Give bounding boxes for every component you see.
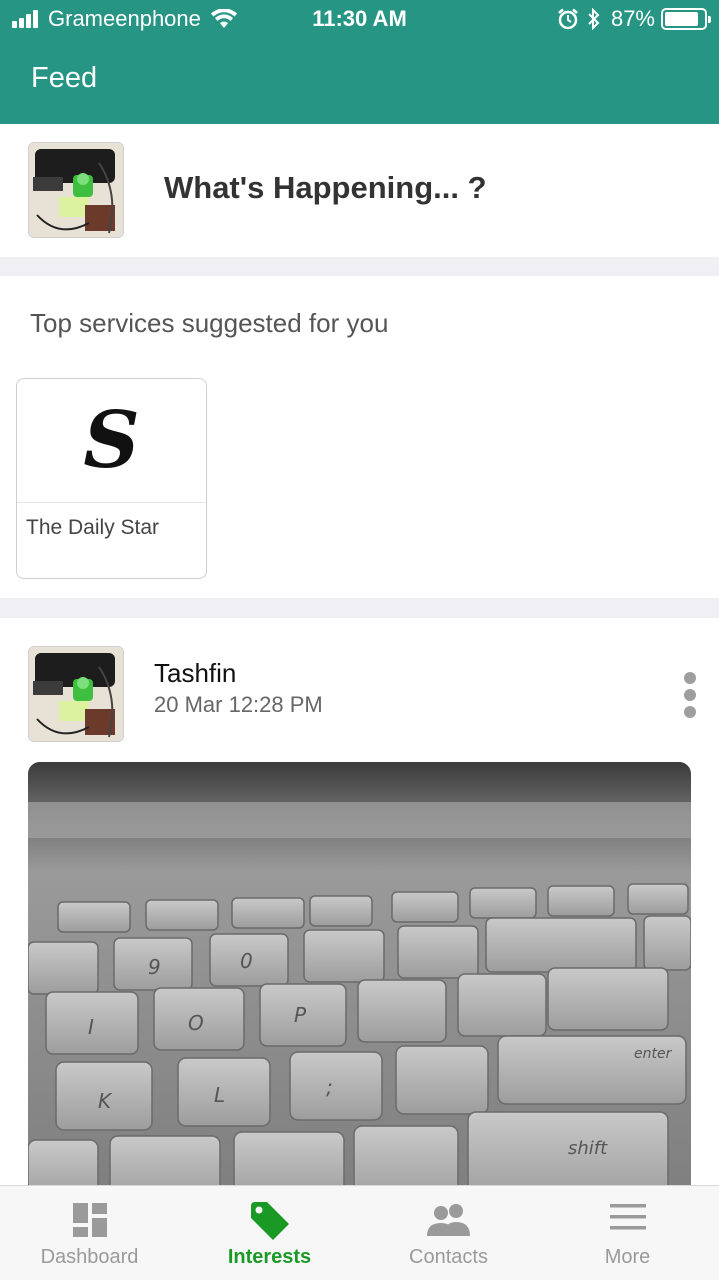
battery-icon bbox=[661, 8, 711, 30]
tab-label: Contacts bbox=[409, 1246, 488, 1268]
avatar-photo bbox=[29, 647, 123, 741]
svg-text:enter: enter bbox=[634, 1046, 673, 1062]
post-timestamp: 20 Mar 12:28 PM bbox=[154, 692, 323, 717]
svg-text:K: K bbox=[98, 1089, 113, 1113]
post-composer[interactable]: What's Happening... ? bbox=[0, 124, 719, 257]
section-title: Top services suggested for you bbox=[30, 308, 389, 338]
tab-interests[interactable]: Interests bbox=[180, 1186, 359, 1280]
dashboard-icon bbox=[0, 1202, 179, 1242]
more-options-icon[interactable] bbox=[678, 672, 702, 718]
svg-text:9: 9 bbox=[148, 955, 161, 979]
tab-contacts[interactable]: Contacts bbox=[359, 1186, 538, 1280]
bluetooth-icon bbox=[588, 8, 600, 30]
service-card-daily-star[interactable]: S The Daily Star bbox=[16, 378, 207, 579]
svg-text:P: P bbox=[294, 1003, 307, 1027]
battery-fill bbox=[665, 12, 699, 26]
post-image[interactable]: 9 0 I O P K L ; shift enter bbox=[28, 762, 691, 1185]
status-right: 87% bbox=[557, 6, 711, 32]
svg-text:L: L bbox=[214, 1083, 225, 1107]
menu-icon bbox=[538, 1202, 717, 1242]
avatar[interactable] bbox=[28, 646, 124, 742]
tab-label: Dashboard bbox=[40, 1246, 139, 1268]
tab-bar: Dashboard Interests Contacts More bbox=[0, 1185, 719, 1280]
tab-label: Interests bbox=[227, 1246, 312, 1268]
tag-icon bbox=[180, 1202, 359, 1242]
battery-percent: 87% bbox=[610, 6, 655, 31]
alarm-icon bbox=[558, 8, 578, 30]
svg-text:;: ; bbox=[326, 1075, 333, 1099]
post-author[interactable]: Tashfin bbox=[154, 658, 236, 689]
avatar-photo bbox=[29, 143, 123, 237]
daily-star-logo: S bbox=[17, 379, 206, 503]
tab-dashboard[interactable]: Dashboard bbox=[0, 1186, 179, 1280]
contacts-icon bbox=[359, 1202, 538, 1242]
service-name: The Daily Star bbox=[26, 516, 160, 539]
svg-text:0: 0 bbox=[240, 949, 253, 973]
svg-text:I: I bbox=[88, 1015, 94, 1039]
svg-text:shift: shift bbox=[568, 1138, 608, 1159]
nav-bar: Feed bbox=[0, 38, 719, 124]
avatar[interactable] bbox=[28, 142, 124, 238]
svg-text:O: O bbox=[188, 1011, 204, 1035]
status-bar: Grameenphone 11:30 AM 87% bbox=[0, 0, 719, 38]
suggested-services-section: Top services suggested for you S The Dai… bbox=[0, 276, 719, 598]
keyboard-photo: 9 0 I O P K L ; shift enter bbox=[28, 762, 691, 1185]
whats-happening-prompt[interactable]: What's Happening... ? bbox=[164, 170, 487, 206]
page-title: Feed bbox=[31, 62, 98, 94]
tab-more[interactable]: More bbox=[538, 1186, 717, 1280]
tab-label: More bbox=[604, 1246, 651, 1268]
feed-post: Tashfin 20 Mar 12:28 PM 9 0 I O P K L ; … bbox=[0, 618, 719, 1185]
